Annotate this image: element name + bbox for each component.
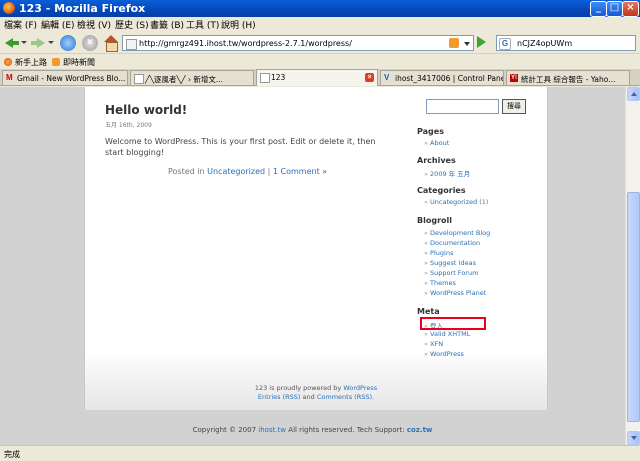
tab-bar: M Gmail - New WordPress Blo... ╱╲逐風者╲╱ ›… — [0, 69, 640, 86]
wordpress-link[interactable]: WordPress — [343, 384, 377, 392]
pages-heading: Pages — [417, 127, 444, 136]
home-icon[interactable] — [103, 35, 119, 52]
page-icon — [134, 74, 144, 84]
bookmark-getting-started[interactable]: 新手上路 — [4, 57, 47, 68]
maximize-button[interactable]: □ — [606, 1, 623, 17]
window-title: 123 - Mozilla Firefox — [19, 2, 146, 15]
search-button[interactable]: 搜尋 — [502, 99, 526, 114]
category-link[interactable]: Uncategorized — [207, 167, 265, 176]
search-bar[interactable]: G nCJZ4opUWm — [496, 35, 636, 51]
menu-help[interactable]: 說明 (H) — [221, 18, 256, 31]
forward-arrow-icon[interactable] — [30, 35, 46, 51]
blogroll-heading: Blogroll — [417, 216, 452, 225]
bookmarks-toolbar: 新手上路 即時新聞 — [0, 55, 640, 69]
status-text: 完成 — [4, 450, 20, 459]
highlight-box — [420, 317, 486, 330]
archive-link-2009-05[interactable]: 2009 年 五月 — [424, 168, 470, 178]
meta-link-xfn[interactable]: XFN — [424, 340, 443, 348]
url-bar[interactable]: http://gmrgz491.ihost.tw/wordpress-2.7.1… — [122, 35, 474, 51]
blogroll-link[interactable]: Plugins — [424, 249, 453, 257]
stop-icon[interactable]: × — [82, 35, 98, 51]
copyright-line: Copyright © 2007 ihost.tw All rights res… — [192, 426, 433, 434]
tab-gmail[interactable]: M Gmail - New WordPress Blo... — [2, 70, 128, 85]
back-arrow-icon[interactable] — [4, 35, 20, 51]
reload-icon[interactable] — [60, 35, 76, 51]
google-icon[interactable]: G — [499, 38, 511, 50]
url-dropdown-icon[interactable] — [464, 42, 470, 46]
forward-dropdown-icon[interactable] — [48, 41, 54, 44]
page-viewport: Hello world! 五月 16th, 2009 Welcome to Wo… — [0, 87, 625, 445]
ihost-icon: V — [384, 73, 390, 82]
tab-new-post[interactable]: ╱╲逐風者╲╱ › 新增文... — [130, 70, 254, 85]
url-text[interactable]: http://gmrgz491.ihost.tw/wordpress-2.7.1… — [139, 39, 352, 48]
blogroll-link[interactable]: Documentation — [424, 239, 480, 247]
categories-heading: Categories — [417, 186, 466, 195]
menu-edit[interactable]: 編輯 (E) — [41, 18, 75, 31]
tab-close-icon[interactable]: × — [365, 73, 374, 82]
blogroll-link[interactable]: Development Blog — [424, 229, 490, 237]
feeds-line: Entries (RSS) and Comments (RSS). — [257, 393, 375, 401]
entries-rss-link[interactable]: Entries (RSS) — [258, 393, 301, 401]
comments-rss-link[interactable]: Comments (RSS). — [317, 393, 374, 401]
status-bar: 完成 — [0, 445, 640, 461]
tab-control-panel[interactable]: V ihost_3417006 | Control Panel — [380, 70, 504, 85]
bookmark-latest-news[interactable]: 即時新聞 — [52, 57, 95, 68]
gmail-icon: M — [6, 73, 13, 82]
rss-icon — [52, 58, 60, 66]
blogroll-link[interactable]: Suggest Ideas — [424, 259, 476, 267]
archives-heading: Archives — [417, 156, 456, 165]
tab-yahoo-stats[interactable]: Y! 統計工具 綜合報告 - Yaho... — [506, 70, 630, 85]
scroll-down-icon[interactable] — [627, 431, 640, 445]
site-favicon-icon — [126, 39, 137, 50]
menu-file[interactable]: 檔案 (F) — [4, 18, 37, 31]
search-input-text[interactable]: nCJZ4opUWm — [517, 39, 572, 48]
back-dropdown-icon[interactable] — [21, 41, 27, 44]
ihost-link[interactable]: ihost.tw — [258, 426, 286, 434]
close-button[interactable]: × — [622, 1, 639, 17]
site-footer: Copyright © 2007 ihost.tw All rights res… — [0, 410, 625, 445]
support-link[interactable]: coz.tw — [407, 426, 433, 434]
minimize-button[interactable]: _ — [590, 1, 607, 17]
tab-123[interactable]: 123 × — [256, 69, 378, 86]
firefox-icon — [3, 2, 15, 14]
pages-link-about[interactable]: About — [424, 139, 449, 147]
title-bar: 123 - Mozilla Firefox _ □ × — [0, 0, 640, 17]
firefox-icon — [4, 58, 12, 66]
menu-tools[interactable]: 工具 (T) — [186, 18, 219, 31]
post-title[interactable]: Hello world! — [105, 103, 187, 117]
meta-separator: | — [267, 167, 271, 176]
meta-link-valid-xhtml[interactable]: Valid XHTML — [424, 330, 470, 338]
meta-heading: Meta — [417, 307, 440, 316]
menu-history[interactable]: 歷史 (S) — [115, 18, 149, 31]
scroll-up-icon[interactable] — [627, 87, 640, 101]
menu-view[interactable]: 檢視 (V) — [77, 18, 111, 31]
menu-bookmarks[interactable]: 書籤 (B) — [150, 18, 184, 31]
post-body: Welcome to WordPress. This is your first… — [105, 137, 376, 157]
powered-by-line: 123 is proudly powered by WordPress — [254, 384, 378, 392]
scrollbar-thumb[interactable] — [627, 192, 640, 422]
yahoo-icon: Y! — [510, 74, 518, 82]
go-arrow-icon[interactable] — [477, 36, 486, 48]
category-count: (1) — [479, 198, 489, 206]
post-meta: Posted in Uncategorized | 1 Comment » — [168, 167, 327, 176]
blogroll-link[interactable]: WordPress Planet — [424, 289, 486, 297]
comments-link[interactable]: 1 Comment » — [273, 167, 327, 176]
blogroll-link[interactable]: Support Forum — [424, 269, 478, 277]
blog-footer: 123 is proudly powered by WordPress Entr… — [84, 384, 548, 402]
rss-feed-icon[interactable] — [449, 38, 459, 48]
blogroll-link[interactable]: Themes — [424, 279, 456, 287]
category-link-uncategorized[interactable]: Uncategorized — [430, 198, 477, 206]
post-date: 五月 16th, 2009 — [105, 122, 152, 129]
meta-link-wordpress[interactable]: WordPress — [424, 350, 464, 358]
posted-in-label: Posted in — [168, 167, 205, 176]
sidebar-search-input[interactable] — [426, 99, 499, 114]
menu-bar: 檔案 (F) 編輯 (E) 檢視 (V) 歷史 (S) 書籤 (B) 工具 (T… — [0, 17, 640, 32]
page-icon — [260, 73, 270, 83]
vertical-scrollbar[interactable] — [625, 87, 640, 445]
category-item: Uncategorized (1) — [424, 198, 488, 206]
